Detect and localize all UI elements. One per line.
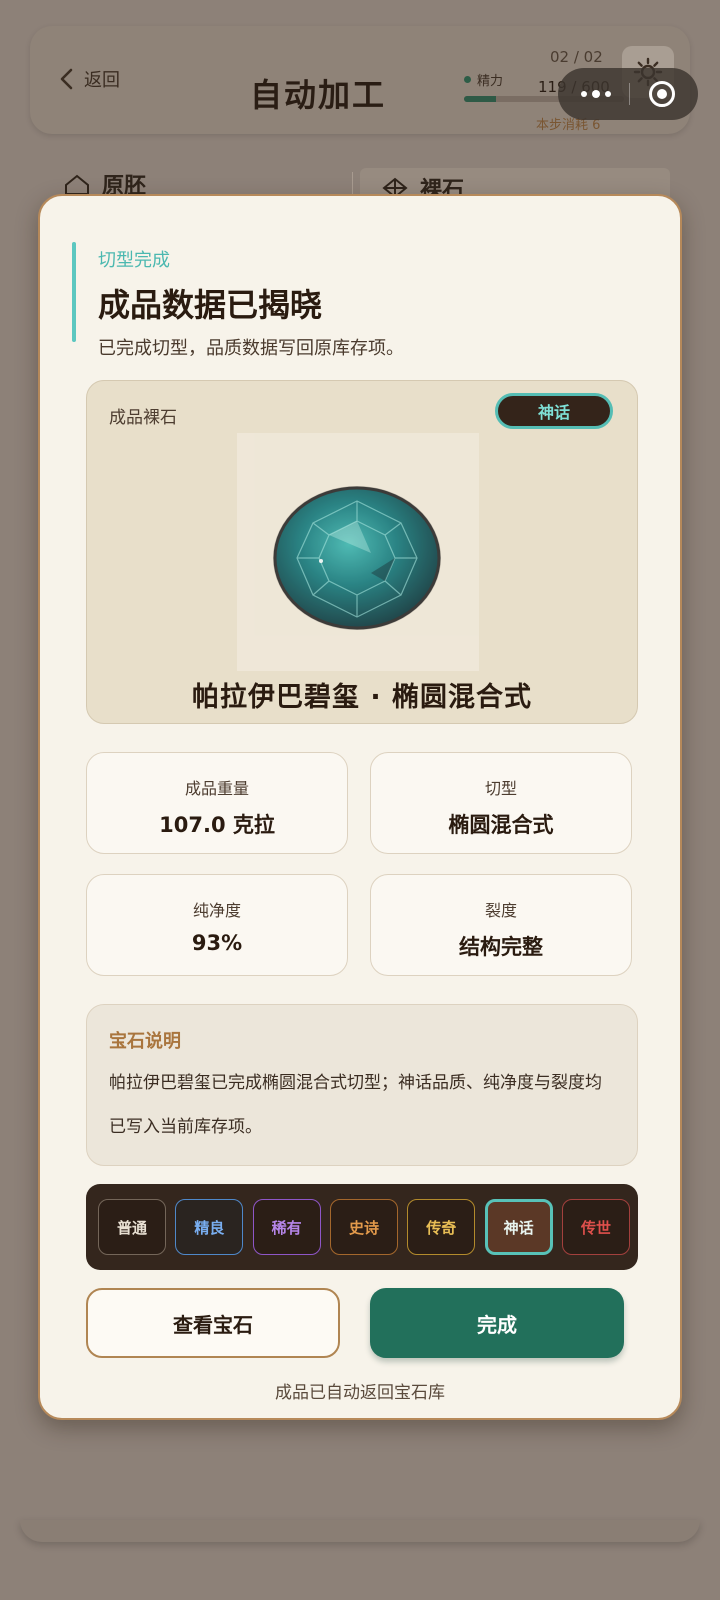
- rarity-badge: 神话: [495, 393, 613, 429]
- modal-title: 成品数据已揭晓: [98, 286, 323, 324]
- back-label: 返回: [84, 70, 120, 91]
- modal-eyebrow: 切型完成: [98, 250, 170, 271]
- rarity-chip-fine: 精良: [175, 1199, 244, 1255]
- rarity-chip-legendary: 传奇: [407, 1199, 476, 1255]
- stat-cut-label: 切型: [484, 779, 517, 798]
- page-indicator: 02 / 02: [550, 48, 603, 66]
- stat-weight: 成品重量 107.0 克拉: [86, 752, 348, 854]
- rarity-chip-epic: 史诗: [329, 1199, 398, 1255]
- gem-name: 帕拉伊巴碧玺 · 椭圆混合式: [191, 682, 533, 713]
- house-outline-icon: [65, 174, 89, 195]
- stat-crack: 裂度 结构完整: [370, 874, 632, 976]
- modal-subtitle: 已完成切型，品质数据写回原库存项。: [98, 338, 404, 359]
- description-text: 帕拉伊巴碧玺已完成椭圆混合式切型；神话品质、纯净度与裂度均已写入当前库存项。: [109, 1073, 602, 1137]
- stat-clarity-value: 93%: [191, 931, 243, 955]
- gem-card: 成品裸石 神话 帕拉伊巴碧玺 · 椭圆混合式: [86, 380, 638, 724]
- rarity-chip-common: 普通: [98, 1199, 166, 1255]
- energy-progress-fill: [464, 96, 496, 102]
- result-modal: 切型完成 成品数据已揭晓 已完成切型，品质数据写回原库存项。 成品裸石 神话 帕…: [38, 194, 682, 1420]
- footnote: 成品已自动返回宝石库: [275, 1383, 445, 1403]
- energy-dot-icon: [464, 76, 471, 83]
- stat-cut-value: 椭圆混合式: [448, 813, 554, 837]
- view-gem-button[interactable]: 查看宝石: [86, 1288, 340, 1358]
- stat-crack-value: 结构完整: [459, 935, 543, 959]
- gem-card-label: 成品裸石: [109, 408, 177, 428]
- accent-bar: [72, 242, 76, 342]
- stat-weight-label: 成品重量: [184, 779, 249, 798]
- gem-image: [237, 433, 479, 671]
- gem-description: 宝石说明 帕拉伊巴碧玺已完成椭圆混合式切型；神话品质、纯净度与裂度均已写入当前库…: [86, 1004, 638, 1166]
- stat-weight-value: 107.0 克拉: [159, 813, 275, 837]
- gem-illustration: [273, 486, 441, 630]
- page-title: 自动加工: [250, 76, 387, 114]
- energy-label-group: 精力: [464, 70, 503, 89]
- description-title: 宝石说明: [109, 1031, 181, 1052]
- capsule-divider: [629, 83, 631, 105]
- rarity-chip-mythic-selected: 神话: [484, 1199, 553, 1255]
- energy-label: 精力: [477, 74, 504, 89]
- rarity-strip: 普通 精良 稀有 史诗 传奇 神话 传世: [86, 1184, 638, 1270]
- rarity-chip-rare: 稀有: [252, 1199, 321, 1255]
- background-card-bottom: [20, 1520, 700, 1542]
- stat-clarity-label: 纯净度: [192, 901, 241, 920]
- stat-clarity: 纯净度 93%: [86, 874, 348, 976]
- back-button[interactable]: 返回: [58, 66, 120, 92]
- target-circle-icon[interactable]: [648, 81, 675, 107]
- miniprogram-capsule: [558, 68, 698, 120]
- more-dots-icon[interactable]: [581, 90, 612, 98]
- done-button[interactable]: 完成: [370, 1288, 624, 1358]
- stat-crack-label: 裂度: [484, 901, 517, 920]
- chevron-left-icon: [60, 68, 73, 90]
- stat-cut: 切型 椭圆混合式: [370, 752, 632, 854]
- rarity-chip-heirloom: 传世: [561, 1199, 630, 1255]
